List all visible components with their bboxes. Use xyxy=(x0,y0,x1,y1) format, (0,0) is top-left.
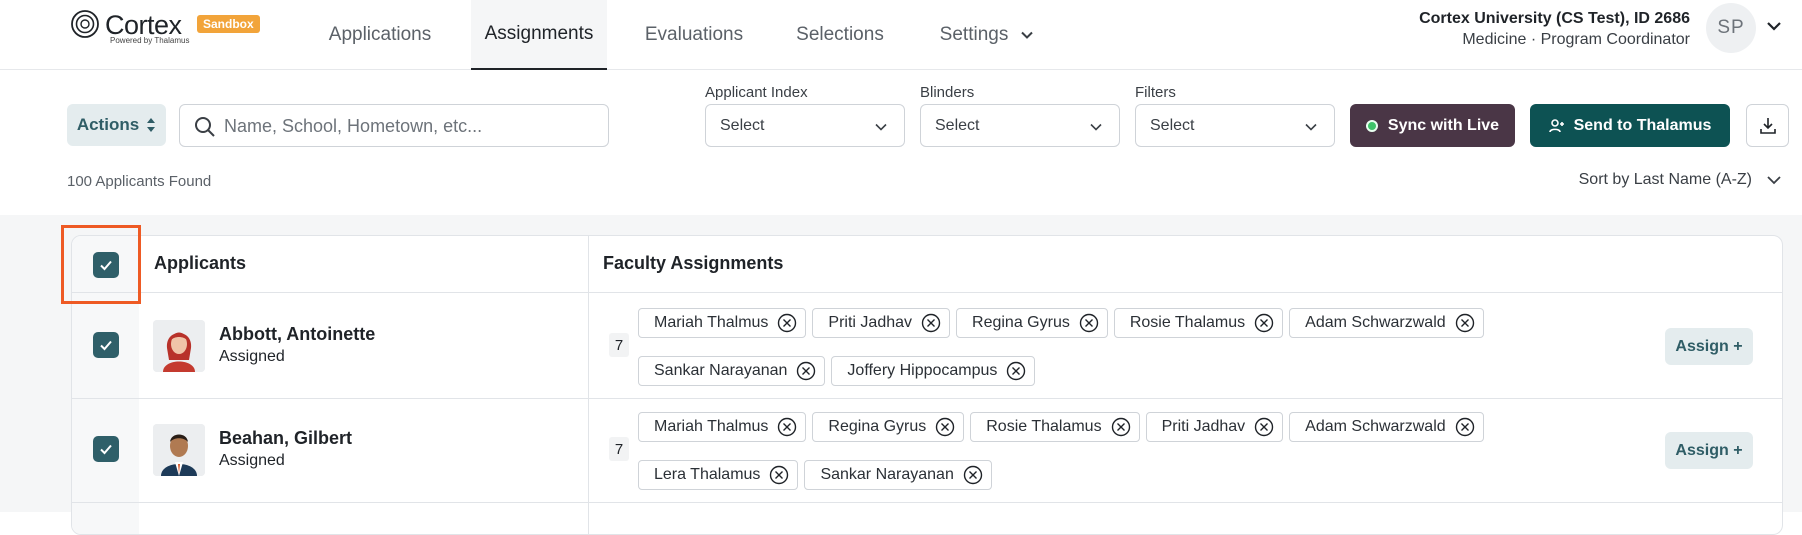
faculty-chip: Adam Schwarzwald xyxy=(1289,412,1484,442)
faculty-chip: Priti Jadhav xyxy=(1145,412,1284,442)
applicant-status: Assigned xyxy=(219,452,285,469)
female-avatar-icon xyxy=(153,320,205,372)
blinders-select[interactable]: Select xyxy=(920,104,1120,147)
org-name: Cortex University (CS Test), ID 2686 xyxy=(1419,10,1690,27)
assign-button[interactable]: Assign + xyxy=(1665,432,1753,469)
faculty-chip: Regina Gyrus xyxy=(956,308,1108,338)
filters-select[interactable]: Select xyxy=(1135,104,1335,147)
faculty-assignments-header: Faculty Assignments xyxy=(603,253,784,273)
applicant-avatar xyxy=(153,424,205,476)
chevron-down-icon xyxy=(1305,123,1317,131)
faculty-chip: Lera Thalamus xyxy=(638,460,799,490)
tab-selections[interactable]: Selections xyxy=(780,0,900,70)
applicant-index-label: Applicant Index xyxy=(705,84,808,101)
tab-settings[interactable]: Settings xyxy=(922,0,1052,70)
remove-circle-icon[interactable] xyxy=(1111,417,1131,437)
remove-circle-icon[interactable] xyxy=(1455,417,1475,437)
filters-label: Filters xyxy=(1135,84,1176,101)
sandbox-badge: Sandbox xyxy=(197,15,260,33)
remove-circle-icon[interactable] xyxy=(963,465,983,485)
row-checkbox[interactable] xyxy=(93,332,119,358)
sort-dropdown[interactable]: Sort by Last Name (A-Z) xyxy=(1579,171,1782,189)
assignment-count: 7 xyxy=(609,437,629,461)
applicant-abbott[interactable]: Abbott, Antoinette Assigned xyxy=(153,320,513,372)
remove-circle-icon[interactable] xyxy=(1006,361,1026,381)
sort-arrows-icon xyxy=(147,118,156,132)
applicant-name: Beahan, Gilbert xyxy=(219,428,353,448)
remove-circle-icon[interactable] xyxy=(1079,313,1099,333)
faculty-chip: Regina Gyrus xyxy=(812,412,965,442)
column-divider xyxy=(588,236,589,534)
assignment-count: 7 xyxy=(609,333,629,357)
applicants-table: Applicants Faculty Assignments Abbott, A… xyxy=(71,235,1783,535)
live-status-dot-icon xyxy=(1365,119,1378,132)
faculty-chip: Sankar Narayanan xyxy=(638,356,826,386)
search-input[interactable] xyxy=(224,113,594,139)
faculty-chip: Priti Jadhav xyxy=(812,308,951,338)
faculty-chip: Rosie Thalamus xyxy=(1113,308,1284,338)
user-send-icon xyxy=(1548,118,1564,132)
faculty-chip: Rosie Thalamus xyxy=(970,412,1140,442)
results-count: 100 Applicants Found xyxy=(67,173,212,190)
applicant-name: Abbott, Antoinette xyxy=(219,324,376,344)
faculty-chip-list: Mariah Thalmus Priti Jadhav Regina Gyrus… xyxy=(638,308,1638,386)
header-divider xyxy=(72,292,1782,293)
remove-circle-icon[interactable] xyxy=(935,417,955,437)
checkmark-icon xyxy=(100,444,112,455)
search-icon xyxy=(195,117,215,137)
applicant-index-select[interactable]: Select xyxy=(705,104,905,147)
tab-evaluations[interactable]: Evaluations xyxy=(626,0,762,70)
remove-circle-icon[interactable] xyxy=(777,313,797,333)
chevron-down-icon xyxy=(1090,123,1102,131)
search-box[interactable] xyxy=(179,104,609,147)
remove-circle-icon[interactable] xyxy=(769,465,789,485)
account-info: Cortex University (CS Test), ID 2686 Med… xyxy=(1419,10,1690,49)
account-chevron-down-icon[interactable] xyxy=(1766,18,1782,34)
applicant-beahan[interactable]: Beahan, Gilbert Assigned xyxy=(153,424,513,476)
applicant-status: Assigned xyxy=(219,348,285,365)
remove-circle-icon[interactable] xyxy=(796,361,816,381)
download-button[interactable] xyxy=(1746,104,1789,147)
faculty-chip: Mariah Thalmus xyxy=(638,412,807,442)
blinders-label: Blinders xyxy=(920,84,975,101)
row-checkbox[interactable] xyxy=(93,436,119,462)
faculty-chip: Mariah Thalmus xyxy=(638,308,807,338)
select-all-highlight xyxy=(61,225,141,304)
user-avatar[interactable]: SP xyxy=(1706,3,1756,53)
sync-with-live-button[interactable]: Sync with Live xyxy=(1350,104,1515,147)
user-role: Medicine · Program Coordinator xyxy=(1462,31,1690,48)
download-icon xyxy=(1759,117,1776,134)
male-avatar-icon xyxy=(153,424,205,476)
remove-circle-icon[interactable] xyxy=(1254,417,1274,437)
actions-button[interactable]: Actions xyxy=(67,104,166,146)
faculty-chip: Joffery Hippocampus xyxy=(831,356,1036,386)
chevron-down-icon xyxy=(1021,31,1034,39)
applicants-header: Applicants xyxy=(154,253,247,273)
cortex-logo-icon xyxy=(71,10,99,38)
faculty-chip-list: Mariah Thalmus Regina Gyrus Rosie Thalam… xyxy=(638,412,1638,490)
faculty-chip: Adam Schwarzwald xyxy=(1289,308,1484,338)
faculty-chip: Sankar Narayanan xyxy=(804,460,992,490)
brand-logo[interactable]: Cortex Sandbox Powered by Thalamus xyxy=(70,8,270,48)
remove-circle-icon[interactable] xyxy=(1254,313,1274,333)
checkmark-icon xyxy=(100,340,112,351)
row-divider xyxy=(72,502,1782,503)
brand-tagline: Powered by Thalamus xyxy=(110,36,190,45)
tab-assignments[interactable]: Assignments xyxy=(471,0,607,70)
remove-circle-icon[interactable] xyxy=(1455,313,1475,333)
send-to-thalamus-button[interactable]: Send to Thalamus xyxy=(1530,104,1730,147)
remove-circle-icon[interactable] xyxy=(777,417,797,437)
chevron-down-icon xyxy=(1767,176,1781,185)
row-divider xyxy=(72,398,1782,399)
applicant-avatar xyxy=(153,320,205,372)
chevron-down-icon xyxy=(875,123,887,131)
remove-circle-icon[interactable] xyxy=(921,313,941,333)
tab-applications[interactable]: Applications xyxy=(310,0,450,70)
top-nav: Cortex Sandbox Powered by Thalamus Appli… xyxy=(0,0,1802,70)
assign-button[interactable]: Assign + xyxy=(1665,328,1753,365)
